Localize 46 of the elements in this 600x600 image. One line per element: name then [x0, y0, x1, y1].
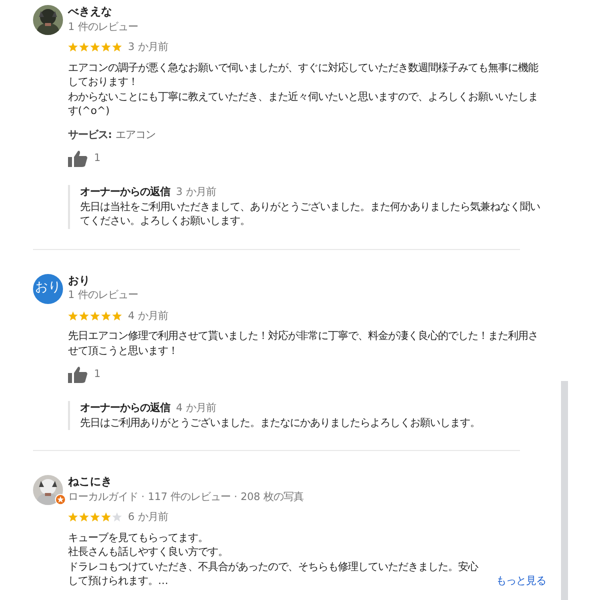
- star-icon: [68, 310, 78, 321]
- review-text: エアコンの調子が悪く急なお願いで伺いましたが、すぐに対応していただき数週間様子みても無事に機能しております！: [68, 62, 538, 88]
- star-icon: [112, 42, 122, 52]
- star-icon: [90, 512, 100, 522]
- review-time: 6 か月前: [128, 510, 168, 524]
- local-guide-badge-icon: [55, 494, 66, 505]
- star-icon: [79, 310, 89, 321]
- star-icon: [101, 512, 111, 522]
- star-icon: [101, 42, 111, 52]
- reviewer-stats: 1 件のレビュー: [68, 288, 139, 302]
- star-icon: [112, 512, 122, 522]
- reply-text: 先日はご利用ありがとうございました。またなにかありましたらよろしくお願いします。: [80, 416, 481, 430]
- star-icon: [90, 310, 100, 321]
- star-icon: [112, 310, 122, 321]
- star-icon: [79, 512, 89, 522]
- review-time: 4 か月前: [128, 308, 168, 323]
- reply-text: 先日は当社をご利用いただきまして、ありがとうございました。また何かありましたら気兼ねなく聞いてください。よろしくお願いします。: [80, 200, 541, 228]
- star-icon: [68, 512, 78, 522]
- review-text: ドラレコもつけていただき、不具合があったので、そちらも修理していただきました。安心して預けられます。…: [68, 560, 480, 588]
- reply-title: オーナーからの返信: [80, 186, 170, 198]
- review-text: 社長さんも話しやすく良い方です。: [68, 546, 228, 558]
- reply-time: 4 か月前: [176, 402, 216, 414]
- star-icon: [101, 310, 111, 321]
- like-count: 1: [94, 151, 101, 166]
- review-text: キューブを見てもらってます。: [68, 532, 208, 544]
- reviewer-name[interactable]: おり: [68, 274, 546, 288]
- thumbs-up-icon: [68, 150, 88, 167]
- avatar: おり: [33, 274, 63, 304]
- scrollbar[interactable]: [561, 381, 568, 600]
- more-link[interactable]: もっと見る: [496, 574, 546, 588]
- star-icon: [79, 42, 89, 52]
- star-icon: [68, 42, 78, 52]
- reply-time: 3 か月前: [176, 186, 216, 198]
- service-label: サービス:: [68, 128, 112, 140]
- reviewer-stats: ローカルガイド · 117 件のレビュー · 208 枚の写真: [68, 490, 304, 504]
- like-count: 1: [94, 367, 101, 382]
- review-text: 先日エアコン修理で利用させて貰いました！対応が非常に丁寧で、料金が凄く良心的でした！また利用させて頂こうと思います！: [68, 330, 538, 356]
- reviewer-name[interactable]: べきえな: [68, 5, 546, 20]
- reply-title: オーナーからの返信: [80, 402, 170, 414]
- star-icon: [90, 42, 100, 52]
- reviewer-stats: 1 件のレビュー: [68, 20, 139, 34]
- review-time: 3 か月前: [128, 40, 168, 54]
- thumbs-up-icon: [68, 366, 88, 383]
- service-value: エアコン: [115, 128, 156, 140]
- reviewer-name[interactable]: ねこにき: [68, 475, 546, 490]
- review-text: わからないことにも丁寧に教えていただき、また近々伺いたいと思いますので、よろしくお願いいたします(^o^): [68, 90, 538, 117]
